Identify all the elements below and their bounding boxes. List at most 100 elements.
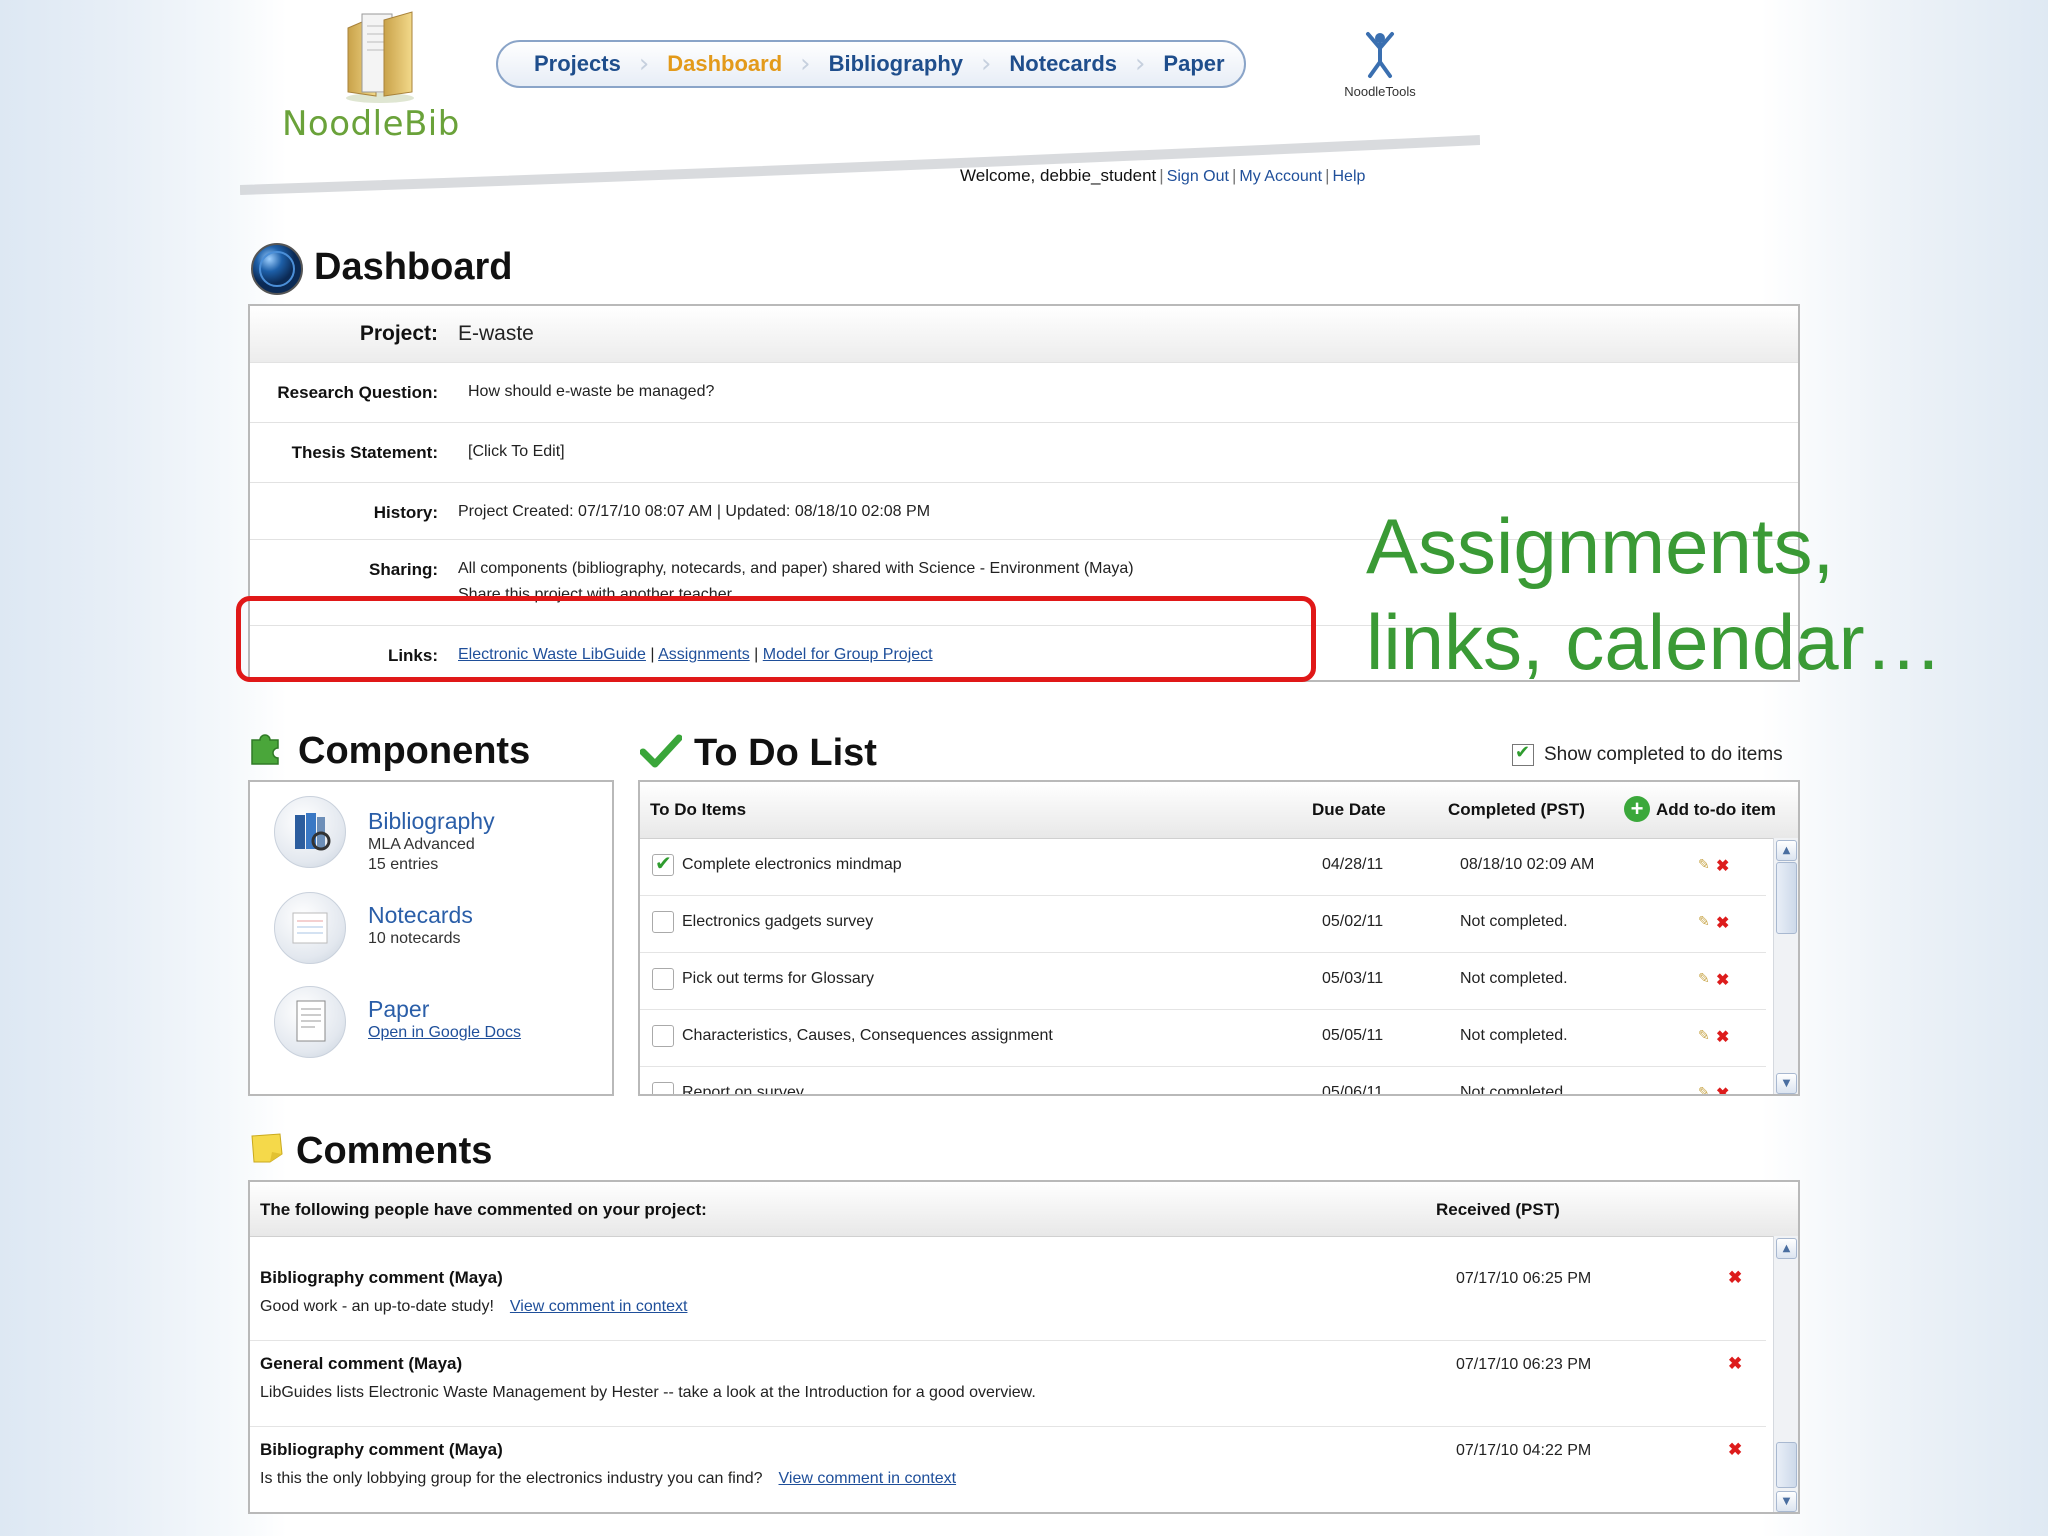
history-value: Project Created: 07/17/10 08:07 AM | Upd… xyxy=(458,503,931,520)
todo-row: Report on survey 05/06/11 Not completed.… xyxy=(640,1066,1766,1096)
scroll-down-icon[interactable]: ▼ xyxy=(1776,1491,1797,1512)
open-google-docs-link[interactable]: Open in Google Docs xyxy=(368,1024,521,1042)
add-todo-button[interactable]: Add to-do item xyxy=(1656,800,1776,820)
todo-completed: Not completed. xyxy=(1460,913,1568,930)
col-completed[interactable]: Completed (PST) xyxy=(1448,800,1585,820)
col-due-date[interactable]: Due Date xyxy=(1312,800,1386,820)
todo-row: Characteristics, Causes, Consequences as… xyxy=(640,1009,1766,1067)
todo-completed: Not completed. xyxy=(1460,970,1568,987)
scroll-up-icon[interactable]: ▲ xyxy=(1776,840,1797,861)
comment-body: Is this the only lobbying group for the … xyxy=(260,1470,956,1488)
bibliography-books-icon[interactable] xyxy=(274,796,346,868)
edit-pencil-icon[interactable]: ✎ xyxy=(1698,970,1710,987)
main-nav: Projects › Dashboard › Bibliography › No… xyxy=(496,40,1246,88)
research-question-value[interactable]: How should e-waste be managed? xyxy=(468,383,714,401)
scroll-up-icon[interactable]: ▲ xyxy=(1776,1238,1797,1259)
view-comment-link[interactable]: View comment in context xyxy=(510,1298,688,1315)
todo-completed: Not completed. xyxy=(1460,1027,1568,1044)
todo-due: 05/05/11 xyxy=(1322,1027,1384,1044)
noodletools-logo-text: NoodleTools xyxy=(1344,84,1416,99)
noodletools-figure-icon xyxy=(1366,32,1394,78)
show-completed-toggle[interactable]: ✔ Show completed to do items xyxy=(1512,742,1783,766)
help-link[interactable]: Help xyxy=(1333,168,1366,185)
comments-header-received: Received (PST) xyxy=(1436,1200,1560,1219)
todo-table-header: To Do Items Due Date Completed (PST) + A… xyxy=(640,782,1798,839)
noodletools-logo[interactable]: NoodleTools xyxy=(1330,30,1430,99)
comment-date: 07/17/10 06:23 PM xyxy=(1456,1356,1592,1373)
comments-panel: The following people have commented on y… xyxy=(248,1180,1800,1514)
nav-projects[interactable]: Projects xyxy=(516,51,639,77)
nav-dashboard[interactable]: Dashboard xyxy=(649,51,800,77)
delete-x-icon[interactable]: ✖ xyxy=(1716,913,1729,933)
thesis-label: Thesis Statement: xyxy=(291,443,438,462)
delete-comment-x-icon[interactable]: ✖ xyxy=(1728,1440,1742,1460)
todo-checkbox[interactable] xyxy=(652,911,674,933)
notecards-icon[interactable] xyxy=(274,892,346,964)
component-notecards-link[interactable]: Notecards xyxy=(368,902,473,929)
nav-separator: › xyxy=(981,49,992,79)
noodlebib-folder-logo-icon xyxy=(340,8,420,104)
delete-comment-x-icon[interactable]: ✖ xyxy=(1728,1268,1742,1288)
add-todo-icon[interactable]: + xyxy=(1624,796,1650,822)
edit-pencil-icon[interactable]: ✎ xyxy=(1698,1084,1710,1094)
comment-date: 07/17/10 06:25 PM xyxy=(1456,1270,1592,1287)
welcome-text: Welcome, debbie_student xyxy=(960,166,1157,185)
comments-header-left: The following people have commented on y… xyxy=(260,1200,707,1219)
comment-text: LibGuides lists Electronic Waste Managem… xyxy=(260,1384,1036,1401)
edit-pencil-icon[interactable]: ✎ xyxy=(1698,1027,1710,1044)
nav-bibliography[interactable]: Bibliography xyxy=(811,51,981,77)
my-account-link[interactable]: My Account xyxy=(1239,168,1322,185)
comment-date: 07/17/10 04:22 PM xyxy=(1456,1442,1592,1459)
nav-notecards[interactable]: Notecards xyxy=(991,51,1135,77)
scroll-thumb[interactable] xyxy=(1776,1442,1797,1488)
todo-due: 05/06/11 xyxy=(1322,1084,1384,1096)
comment-body: Good work - an up-to-date study! View com… xyxy=(260,1298,687,1316)
todo-item: Electronics gadgets survey xyxy=(682,913,874,930)
nav-paper[interactable]: Paper xyxy=(1145,51,1242,77)
scroll-thumb[interactable] xyxy=(1776,862,1797,934)
comment-title: General comment (Maya) xyxy=(260,1354,463,1373)
delete-x-icon[interactable]: ✖ xyxy=(1716,1084,1729,1094)
sticky-note-icon xyxy=(250,1132,284,1164)
todo-row: Electronics gadgets survey 05/02/11 Not … xyxy=(640,895,1766,953)
delete-x-icon[interactable]: ✖ xyxy=(1716,1027,1729,1047)
todo-checkbox[interactable] xyxy=(652,1082,674,1094)
todo-row: Complete electronics mindmap 04/28/11 08… xyxy=(640,838,1766,896)
comment-row: Bibliography comment (Maya) Is this the … xyxy=(250,1426,1766,1512)
edit-pencil-icon[interactable]: ✎ xyxy=(1698,856,1710,873)
scroll-down-icon[interactable]: ▼ xyxy=(1776,1073,1797,1094)
todo-scrollbar[interactable]: ▲ ▼ xyxy=(1773,838,1798,1094)
dashboard-title: Dashboard xyxy=(314,246,513,288)
view-comment-link[interactable]: View comment in context xyxy=(779,1470,957,1487)
todo-item: Pick out terms for Glossary xyxy=(682,970,875,987)
todo-checkbox[interactable] xyxy=(652,851,674,876)
bibliography-count: 15 entries xyxy=(368,856,439,873)
todo-completed: Not completed. xyxy=(1460,1084,1568,1096)
research-question-label: Research Question: xyxy=(277,383,438,402)
paper-icon[interactable] xyxy=(274,986,346,1058)
nav-separator: › xyxy=(638,49,650,79)
sign-out-link[interactable]: Sign Out xyxy=(1167,168,1229,185)
component-bibliography-link[interactable]: Bibliography xyxy=(368,808,495,835)
edit-pencil-icon[interactable]: ✎ xyxy=(1698,913,1710,930)
todo-checkbox[interactable] xyxy=(652,1025,674,1047)
comments-scrollbar[interactable]: ▲ ▼ xyxy=(1773,1236,1798,1512)
research-question-row: Research Question: How should e-waste be… xyxy=(250,362,1798,423)
thesis-value[interactable]: [Click To Edit] xyxy=(468,443,565,461)
todo-item: Characteristics, Causes, Consequences as… xyxy=(682,1027,1053,1044)
todo-checkbox[interactable] xyxy=(652,968,674,990)
callout-text: Assignments, links, calendar… xyxy=(1366,498,1943,690)
delete-comment-x-icon[interactable]: ✖ xyxy=(1728,1354,1742,1374)
col-todo-items[interactable]: To Do Items xyxy=(650,800,746,820)
delete-x-icon[interactable]: ✖ xyxy=(1716,970,1729,990)
comment-title: Bibliography comment (Maya) xyxy=(260,1268,503,1287)
show-completed-checkbox[interactable]: ✔ xyxy=(1512,742,1534,766)
project-label: Project: xyxy=(359,322,438,345)
comment-title: Bibliography comment (Maya) xyxy=(260,1440,503,1459)
comments-header: The following people have commented on y… xyxy=(250,1182,1798,1237)
todo-item: Report on survey xyxy=(682,1084,804,1096)
todo-due: 04/28/11 xyxy=(1322,856,1384,873)
delete-x-icon[interactable]: ✖ xyxy=(1716,856,1729,876)
component-paper-link[interactable]: Paper xyxy=(368,996,429,1023)
sharing-label: Sharing: xyxy=(369,560,438,579)
